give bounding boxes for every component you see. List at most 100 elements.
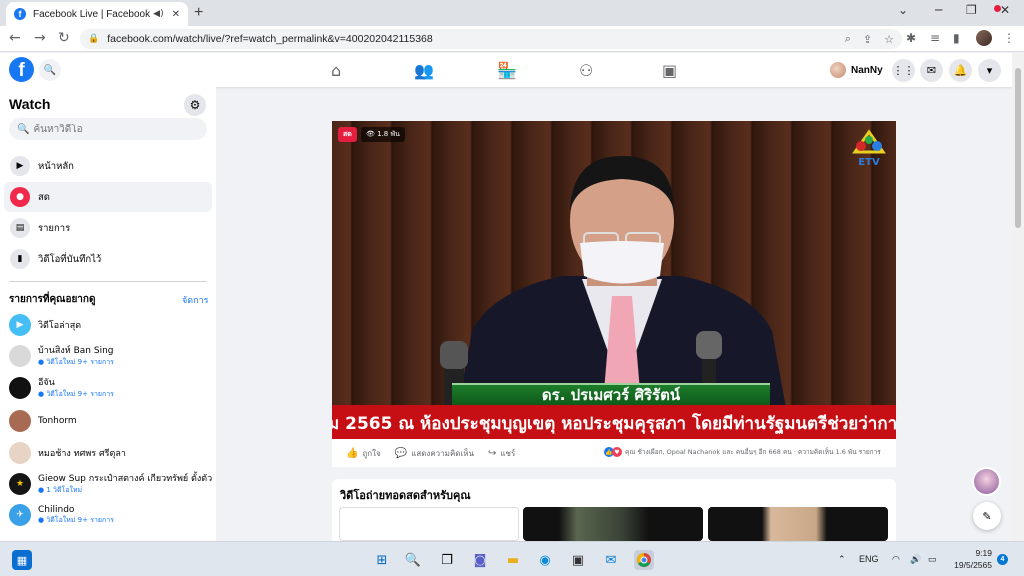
show-hidden-icons-icon[interactable]: ⌃ <box>838 554 846 565</box>
video-thumbnail[interactable] <box>523 507 703 541</box>
file-explorer-icon[interactable]: ▬ <box>503 550 523 570</box>
profile-shortcut[interactable]: NanNy <box>830 62 883 78</box>
reading-list-icon[interactable]: ≡ <box>930 31 940 45</box>
close-tab-icon[interactable]: ✕ <box>172 9 180 20</box>
friends-icon[interactable]: 👥 <box>414 61 434 80</box>
svg-text:ETV: ETV <box>858 157 880 168</box>
extensions-icon[interactable]: ✱ <box>906 31 916 45</box>
volume-icon[interactable]: 🔊 <box>910 554 921 565</box>
notification-dot <box>994 5 1001 12</box>
new-tab-button[interactable]: + <box>194 4 203 22</box>
page-avatar: ★ <box>9 472 31 495</box>
sidebar-title: Watch <box>9 96 51 112</box>
list-item[interactable]: ✈ Chilindo ● วิดีโอใหม่ 9+ รายการ <box>9 504 209 526</box>
settings-gear-icon[interactable]: ⚙ <box>184 94 206 116</box>
menu-kebab-icon[interactable]: ⋮ <box>1003 31 1015 45</box>
gaming-icon[interactable]: ▣ <box>662 61 677 80</box>
share-page-icon[interactable]: ⇪ <box>863 33 872 46</box>
omnibox[interactable]: 🔒 facebook.com/watch/live/?ref=watch_per… <box>80 29 902 49</box>
etv-channel-logo: ETV <box>852 129 886 168</box>
page-name: หมอช้าง ทศพร ศรีตุลา <box>38 449 126 459</box>
bookmark-star-icon[interactable]: ☆ <box>884 33 894 46</box>
sidebar-item-label: วิดีโอที่บันทึกไว้ <box>38 253 102 265</box>
live-camera-icon: ● <box>10 187 30 207</box>
comment-button[interactable]: 💬 แสดงความคิดเห็น <box>395 447 474 460</box>
watch-search[interactable]: 🔍 <box>9 118 207 140</box>
video-thumbnail[interactable] <box>708 507 888 541</box>
watch-search-input[interactable] <box>33 123 194 135</box>
marketplace-icon[interactable]: 🏪 <box>497 61 517 80</box>
chat-contact-avatar[interactable] <box>972 467 1001 496</box>
notification-center-badge[interactable]: 4 <box>997 554 1008 565</box>
edge-icon[interactable]: ◉ <box>535 550 555 570</box>
page-name: Gieow Sup กระเป๋าสตางค์ เกียวทรัพย์ ตั้ง… <box>38 474 213 484</box>
page-name: อีจัน <box>38 378 55 388</box>
sidebar-item-home[interactable]: ▶ หน้าหลัก <box>4 151 212 181</box>
lock-icon[interactable]: 🔒 <box>88 34 99 44</box>
like-button[interactable]: 👍 ถูกใจ <box>346 447 381 460</box>
notifications-bell-icon[interactable]: 🔔 <box>949 59 972 82</box>
facebook-logo[interactable]: f <box>9 57 34 82</box>
profile-avatar[interactable] <box>976 30 992 46</box>
tab-title: Facebook Live | Facebook <box>33 8 151 20</box>
sidebar-item-label: สด <box>38 191 50 203</box>
page-subtitle: ● วิดีโอใหม่ 9+ รายการ <box>38 358 114 366</box>
url-text[interactable]: facebook.com/watch/live/?ref=watch_perma… <box>107 33 833 45</box>
input-language[interactable]: ENG <box>859 554 879 564</box>
list-item[interactable]: บ้านสิงห์ Ban Sing ● วิดีโอใหม่ 9+ รายการ <box>9 343 209 368</box>
list-item[interactable]: ▶ วิดีโอล่าสุด <box>9 314 209 336</box>
widgets-icon[interactable]: ▦ <box>12 550 32 570</box>
video-thumbnail[interactable] <box>339 507 519 541</box>
search-icon[interactable]: 🔍 <box>403 550 423 570</box>
user-name: NanNy <box>851 64 883 76</box>
messenger-icon[interactable]: ✉ <box>920 59 943 82</box>
search-icon: 🔍 <box>17 123 30 135</box>
system-clock[interactable]: 9:19 19/5/2565 <box>944 547 992 571</box>
groups-icon[interactable]: ⚇ <box>579 61 593 80</box>
share-button[interactable]: ↪ แชร์ <box>488 447 515 460</box>
reload-icon[interactable]: ↻ <box>58 30 70 46</box>
tab-search-icon[interactable]: ⌄ <box>898 3 908 17</box>
wifi-icon[interactable]: ◠ <box>892 554 900 565</box>
task-view-icon[interactable]: ❐ <box>437 550 457 570</box>
ticker-text: ม 2565 ณ ห้องประชุมบุญเขตุ หอประชุมคุรุส… <box>332 414 896 434</box>
manage-link[interactable]: จัดการ <box>182 293 208 307</box>
news-ticker: ม 2565 ณ ห้องประชุมบุญเขตุ หอประชุมคุรุส… <box>332 405 896 439</box>
store-icon[interactable]: ▣ <box>568 550 588 570</box>
teams-chat-icon[interactable]: ◙ <box>470 550 490 570</box>
account-dropdown-icon[interactable]: ▾ <box>978 59 1001 82</box>
list-item[interactable]: อีจัน ● วิดีโอใหม่ 9+ รายการ <box>9 375 209 400</box>
back-icon[interactable]: ← <box>9 30 21 46</box>
speaker-icon[interactable]: ◀) <box>153 9 163 19</box>
sidebar-item-shows[interactable]: ▤ รายการ <box>4 213 212 243</box>
restore-button[interactable]: ❐ <box>966 3 977 17</box>
list-item[interactable]: หมอช้าง ทศพร ศรีตุลา <box>9 442 209 464</box>
page-avatar: ✈ <box>9 504 31 526</box>
start-windows-icon[interactable]: ⊞ <box>372 550 392 570</box>
reactions-summary[interactable]: 👍 ♥ คุณ ช้างเผือก, Opoal Nachanok และ คน… <box>604 447 881 457</box>
sidebar-item-live[interactable]: ● สด <box>4 182 212 212</box>
page-name: วิดีโอล่าสุด <box>38 321 82 331</box>
forward-icon[interactable]: → <box>34 30 46 46</box>
chrome-icon[interactable] <box>634 550 654 570</box>
scrollbar-thumb[interactable] <box>1015 68 1021 228</box>
new-message-icon[interactable]: ✎ <box>973 502 1001 530</box>
close-window-button[interactable]: ✕ <box>1000 3 1010 17</box>
mail-icon[interactable]: ✉ <box>601 550 621 570</box>
list-item[interactable]: Tonhorm <box>9 410 209 432</box>
sidebar-item-saved[interactable]: ▮ วิดีโอที่บันทึกไว้ <box>4 244 212 274</box>
menu-grid-icon[interactable]: ⋮⋮ <box>892 59 915 82</box>
browser-tab[interactable]: f Facebook Live | Facebook ◀) ✕ <box>6 2 188 26</box>
page-subtitle: ● วิดีโอใหม่ 9+ รายการ <box>38 515 114 524</box>
list-item[interactable]: ★ Gieow Sup กระเป๋าสตางค์ เกียวทรัพย์ ตั… <box>9 471 213 496</box>
minimize-button[interactable]: ─ <box>935 3 942 17</box>
battery-icon[interactable]: ▭ <box>928 554 937 565</box>
side-panel-icon[interactable]: ▮ <box>953 31 960 45</box>
thumbs-up-icon: 👍 <box>346 447 359 459</box>
zoom-icon[interactable]: ⌕ <box>845 32 851 46</box>
page-name: Tonhorm <box>38 416 77 426</box>
watch-sidebar: Watch ⚙ 🔍 ▶ หน้าหลัก ● สด ▤ รายการ ▮ วิด… <box>0 87 216 541</box>
search-icon[interactable]: 🔍 <box>39 59 61 81</box>
home-icon[interactable]: ⌂ <box>331 61 341 80</box>
clock-date: 19/5/2565 <box>954 560 992 570</box>
